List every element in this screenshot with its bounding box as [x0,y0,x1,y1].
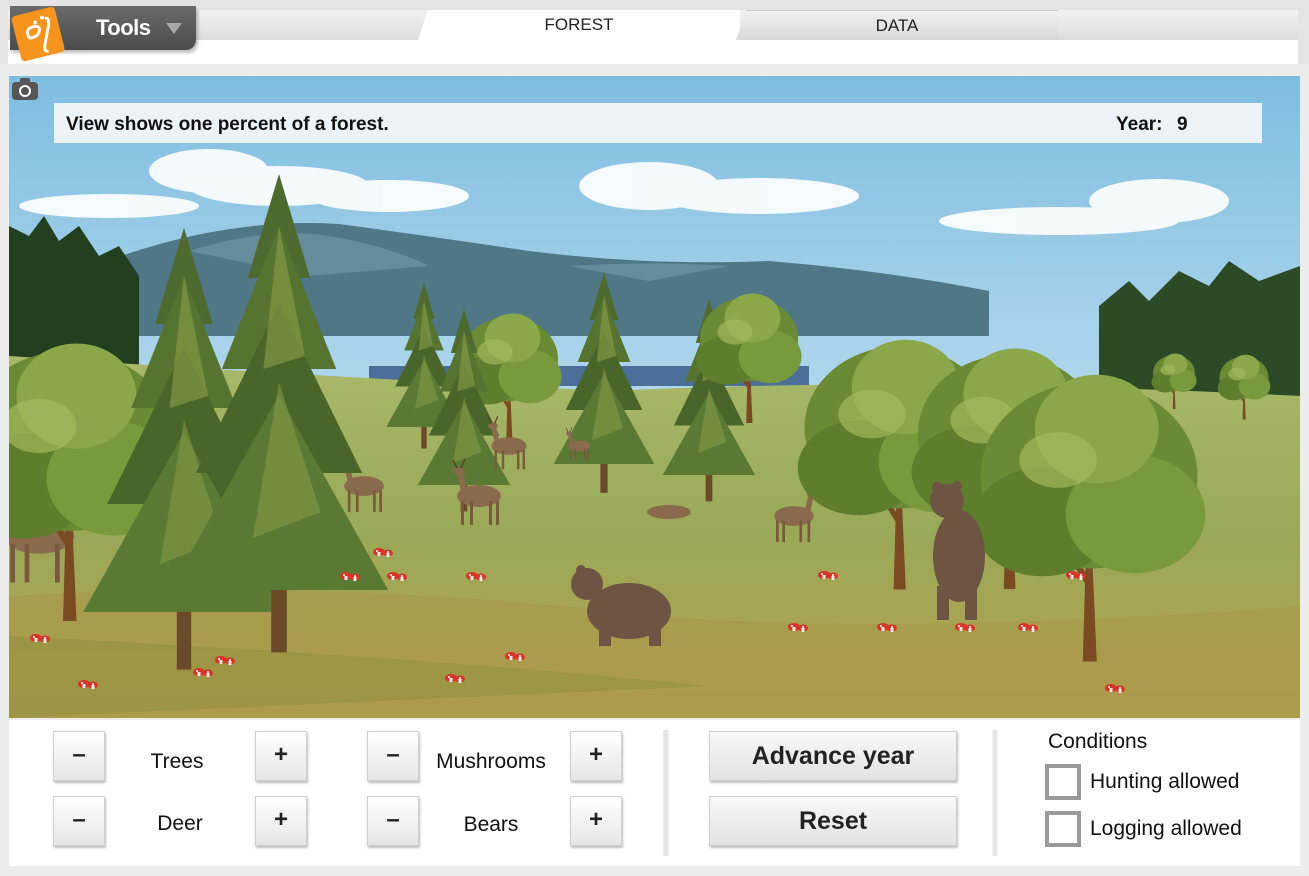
conditions-title: Conditions [1048,730,1148,753]
camera-icon[interactable] [9,76,41,102]
el-logo-icon [11,6,65,62]
reset-button[interactable]: Reset [709,796,957,846]
trees-increase-button[interactable]: + [255,731,307,781]
tab-data-label: DATA [875,16,919,35]
mushrooms-decrease-button[interactable]: – [367,731,419,781]
year-value: 9 [1177,114,1188,135]
hunting-label: Hunting allowed [1090,770,1240,793]
divider [992,730,998,856]
controls-panel: – Trees + – Deer + – Mushrooms + – Bears… [9,720,1300,866]
logging-checkbox[interactable] [1045,811,1081,847]
bears-increase-button[interactable]: + [570,796,622,846]
divider [663,730,669,856]
bears-decrease-button[interactable]: – [367,796,419,846]
forest-scene: View shows one percent of a forest. Year… [9,76,1300,718]
year-label: Year: [1116,114,1163,135]
view-description: View shows one percent of a forest. [66,114,389,135]
top-bar: FOREST DATA Tools [0,0,1309,64]
logging-label: Logging allowed [1090,817,1242,840]
mushrooms-label: Mushrooms [436,750,546,773]
trees-decrease-button[interactable]: – [53,731,105,781]
tab-forest-label: FOREST [544,15,614,34]
deer-increase-button[interactable]: + [255,796,307,846]
info-bar: View shows one percent of a forest. Year… [54,103,1262,143]
hunting-checkbox[interactable] [1045,764,1081,800]
gizmo-app: FOREST DATA Tools View shows one percent… [0,0,1309,876]
tab-underline [8,40,1298,64]
deer-decrease-button[interactable]: – [53,796,105,846]
deer-label: Deer [157,812,203,835]
trees-label: Trees [150,750,204,773]
advance-year-button[interactable]: Advance year [709,731,957,781]
mushrooms-increase-button[interactable]: + [570,731,622,781]
caret-down-icon [166,23,182,34]
bears-label: Bears [463,813,519,836]
tools-label: Tools [96,15,151,40]
forest-illustration [9,76,1300,718]
tab-data[interactable]: DATA [736,10,1058,40]
tab-forest[interactable]: FOREST [418,10,740,40]
